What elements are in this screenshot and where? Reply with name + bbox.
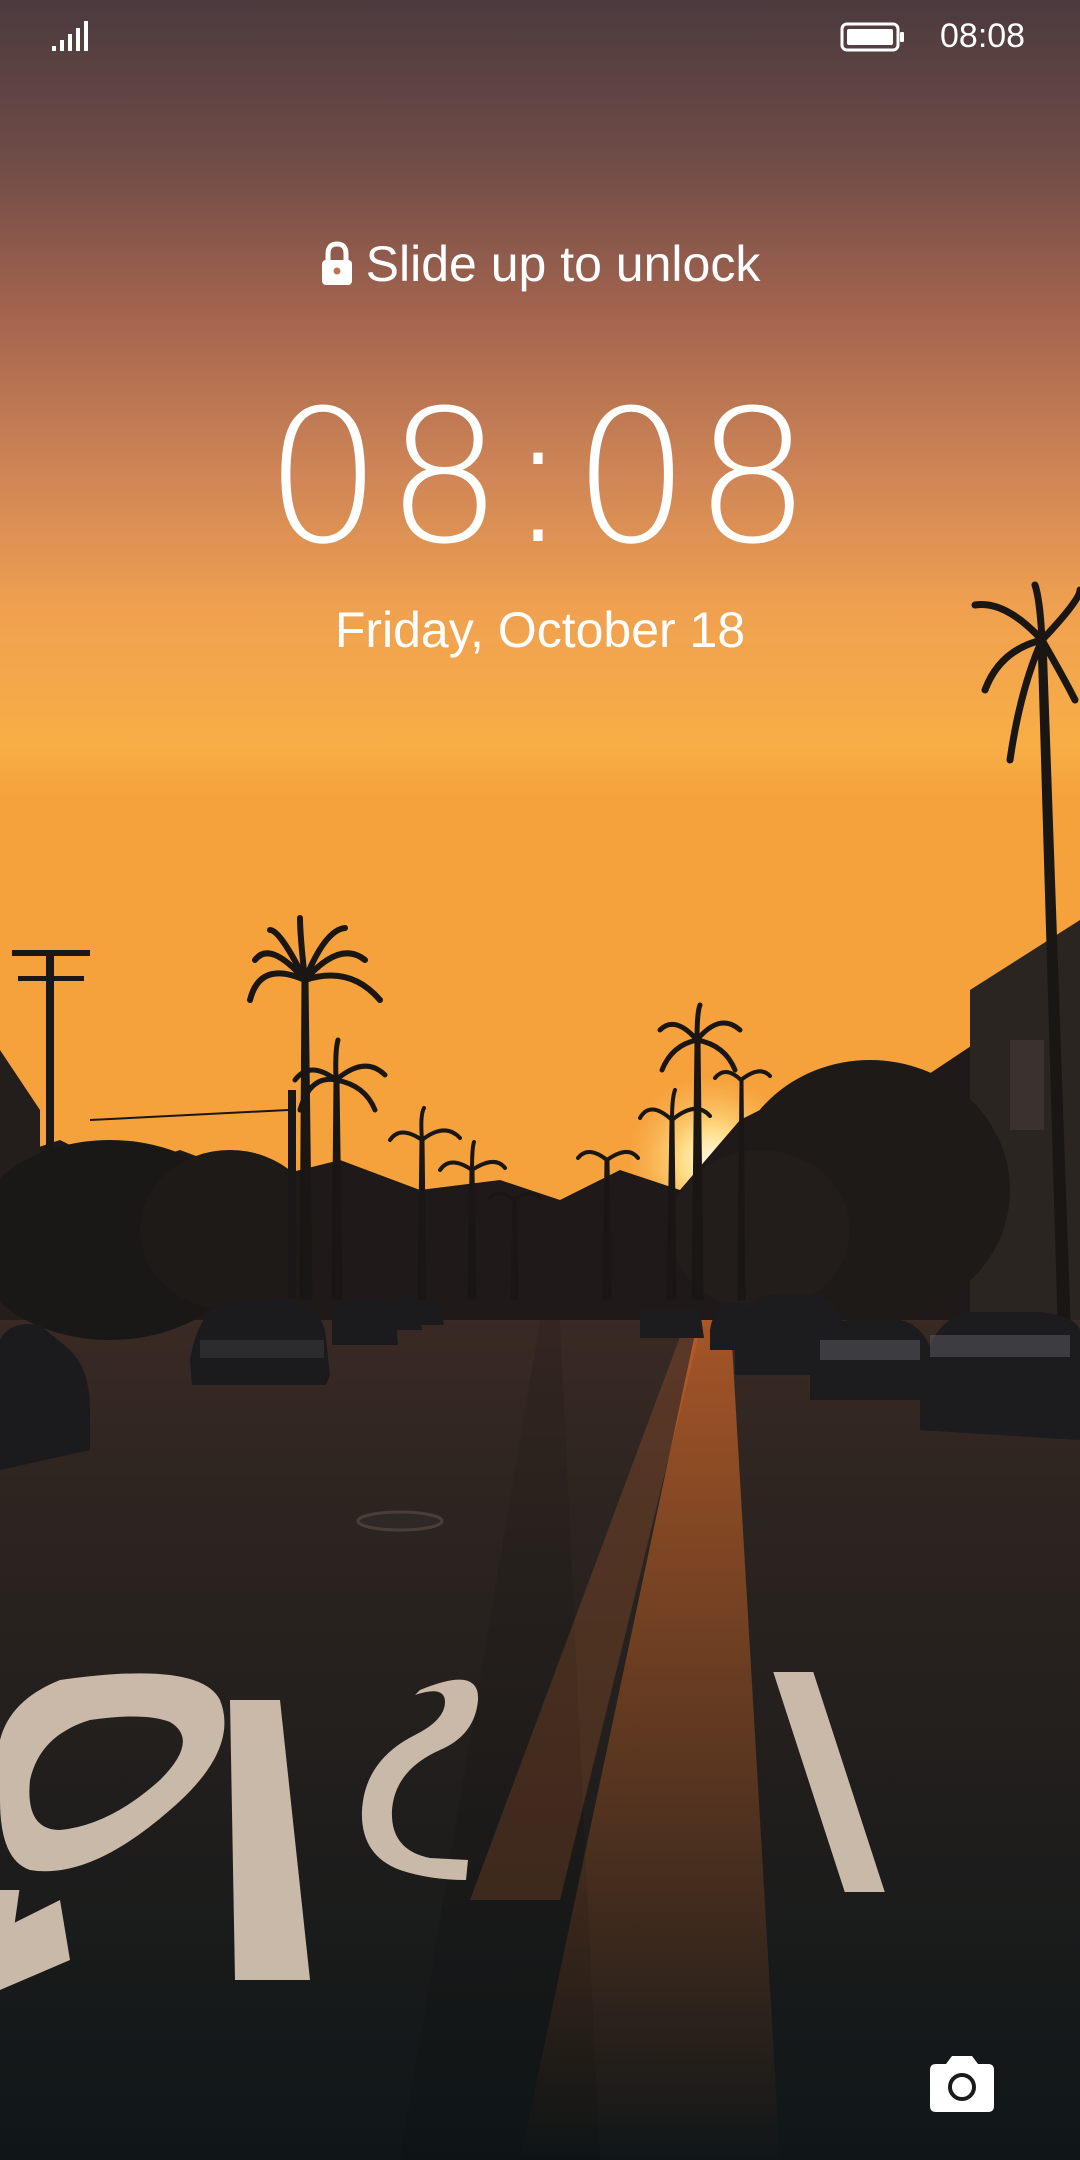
battery-full-icon (840, 22, 904, 52)
camera-icon[interactable] (926, 2054, 998, 2114)
lock-clock: 08:08 (264, 371, 816, 585)
lock-date: Friday, October 18 (334, 602, 746, 658)
wallpaper-image (0, 0, 1080, 2160)
unlock-hint-text: Slide up to unlock (365, 236, 761, 292)
status-bar: 08:08 (0, 0, 1080, 72)
status-time: 08:08 (940, 17, 1026, 55)
unlock-hint: Slide up to unlock (0, 232, 1080, 296)
signal-bars-icon (52, 21, 88, 51)
lock-icon (321, 241, 352, 285)
lock-screen[interactable]: 08:08 Slide up to unlock 08:08 Friday, O… (0, 0, 1080, 2160)
